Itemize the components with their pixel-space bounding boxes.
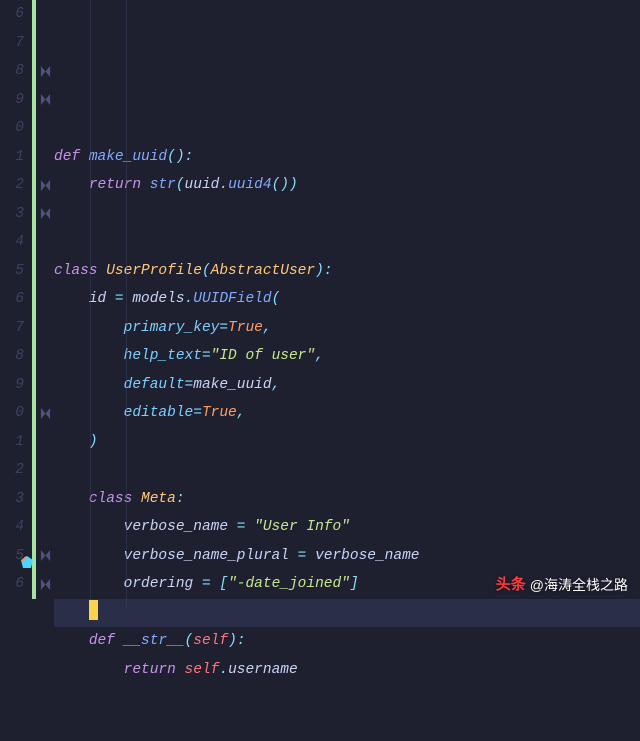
breakpoint-marker-icon[interactable] [20,555,34,569]
code-area[interactable]: def make_uuid(): return str(uuid.uuid4()… [54,0,640,607]
fold-toggle-icon[interactable] [36,200,54,229]
fold-toggle-icon[interactable] [36,57,54,86]
fold-toggle-icon[interactable] [36,171,54,200]
text-cursor [89,600,98,620]
line-number-gutter: 6 7 8 9 0 1 2 3 4 5 6 7 8 9 0 1 2 3 4 5 … [0,0,32,607]
code-editor[interactable]: 6 7 8 9 0 1 2 3 4 5 6 7 8 9 0 1 2 3 4 5 … [0,0,640,607]
fold-toggle-icon[interactable] [36,399,54,428]
toutiao-logo-icon: 头条 [496,571,526,600]
fold-toggle-icon[interactable] [36,542,54,571]
fold-gutter [36,0,54,607]
fold-toggle-icon[interactable] [36,570,54,599]
fold-toggle-icon[interactable] [36,86,54,115]
watermark: 头条 @海涛全栈之路 [496,571,628,600]
